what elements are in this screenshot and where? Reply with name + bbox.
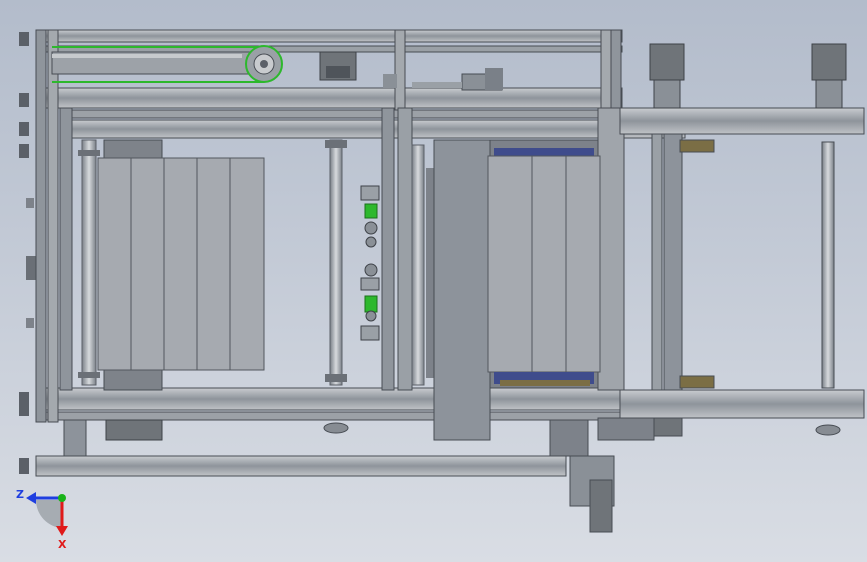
- x-axis-label: X: [58, 538, 67, 551]
- coordinate-triad[interactable]: Z X: [16, 488, 68, 551]
- z-axis-label: Z: [16, 488, 24, 501]
- x-axis-arrowhead: [56, 526, 68, 536]
- right-extension[interactable]: [619, 107, 865, 437]
- triad-plane-shading: [35, 500, 62, 528]
- z-axis-arrowhead: [26, 492, 36, 504]
- left-edge-fittings: [19, 32, 36, 474]
- top-belt-drive[interactable]: [51, 45, 503, 91]
- cad-viewport[interactable]: Z X: [0, 0, 867, 562]
- machine-assembly-drawing[interactable]: Z X: [0, 0, 867, 562]
- y-axis-dot: [58, 494, 66, 502]
- stepper-motors[interactable]: [649, 43, 847, 109]
